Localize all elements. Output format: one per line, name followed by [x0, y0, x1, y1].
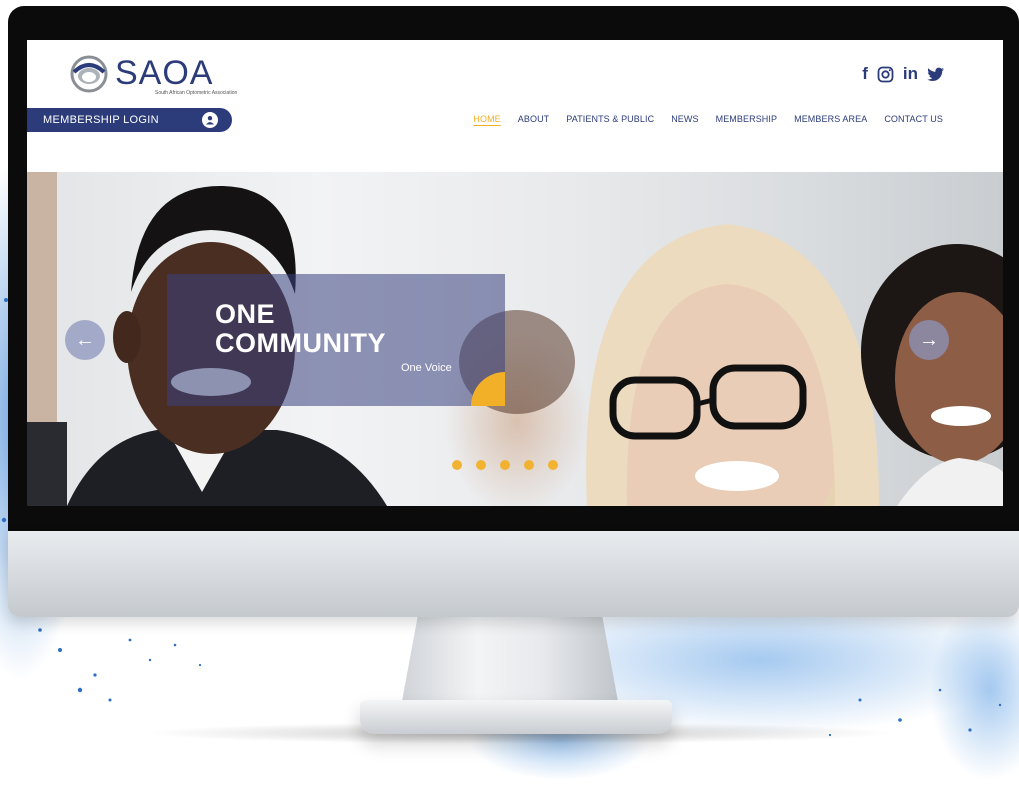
hero-title-line-1: ONE	[215, 299, 276, 329]
monitor-stand-base	[360, 700, 672, 734]
social-links: f in	[862, 64, 945, 84]
arrow-right-icon: →	[919, 328, 939, 351]
slider-dot[interactable]	[476, 460, 486, 470]
eye-logo-icon	[70, 55, 108, 93]
site-logo[interactable]: SAOA South African Optometric Associatio…	[69, 52, 259, 100]
slider-dot[interactable]	[548, 460, 558, 470]
hero-caption-box: ONE COMMUNITY One Voice	[167, 274, 505, 406]
monitor-screen: SAOA South African Optometric Associatio…	[27, 40, 1003, 506]
instagram-icon[interactable]	[877, 66, 894, 83]
nav-item-news[interactable]: NEWS	[671, 114, 698, 124]
logo-wordmark: SAOA	[115, 54, 214, 92]
slider-pagination	[452, 460, 558, 470]
arrow-left-icon: ←	[75, 328, 95, 351]
nav-item-patients-public[interactable]: PATIENTS & PUBLIC	[566, 114, 654, 124]
logo-tagline: South African Optometric Association	[155, 90, 238, 96]
linkedin-icon[interactable]: in	[903, 64, 918, 84]
user-icon	[202, 112, 218, 128]
nav-item-about[interactable]: ABOUT	[518, 114, 550, 124]
hero-subtitle: One Voice	[401, 362, 452, 374]
nav-item-home[interactable]: HOME	[473, 114, 500, 124]
slider-dot[interactable]	[452, 460, 462, 470]
site-header: SAOA South African Optometric Associatio…	[27, 40, 1003, 172]
hero-title-line-2: COMMUNITY	[215, 328, 386, 358]
twitter-icon[interactable]	[927, 67, 945, 82]
slider-prev-button[interactable]: ←	[65, 320, 105, 360]
slider-dot[interactable]	[500, 460, 510, 470]
slider-dot[interactable]	[524, 460, 534, 470]
monitor-stand-neck	[400, 617, 620, 712]
facebook-icon[interactable]: f	[862, 64, 868, 84]
main-nav: HOME ABOUT PATIENTS & PUBLIC NEWS MEMBER…	[473, 114, 943, 124]
hero-accent-shape	[471, 372, 505, 406]
monitor-chin	[8, 531, 1019, 617]
slider-next-button[interactable]: →	[909, 320, 949, 360]
nav-item-members-area[interactable]: MEMBERS AREA	[794, 114, 867, 124]
membership-login-label: MEMBERSHIP LOGIN	[43, 114, 159, 126]
nav-item-contact-us[interactable]: CONTACT US	[884, 114, 943, 124]
hero-slider: ONE COMMUNITY One Voice ← →	[27, 172, 1003, 506]
nav-item-membership[interactable]: MEMBERSHIP	[716, 114, 778, 124]
membership-login-button[interactable]: MEMBERSHIP LOGIN	[27, 108, 232, 132]
hero-title: ONE COMMUNITY	[215, 300, 386, 358]
